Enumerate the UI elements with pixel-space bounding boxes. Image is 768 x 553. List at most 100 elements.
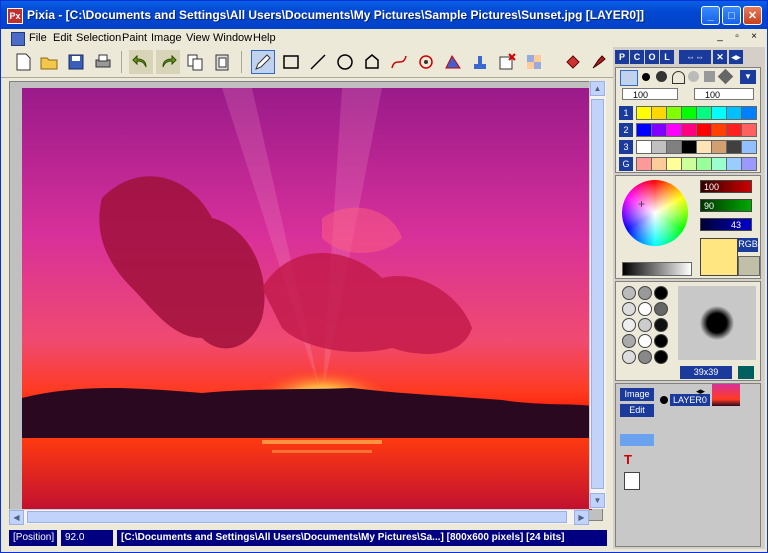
- mdi-close-button[interactable]: ×: [747, 31, 761, 44]
- layer-blue-bar[interactable]: [620, 434, 654, 446]
- color-swatch[interactable]: [711, 140, 727, 154]
- menu-view[interactable]: View: [186, 32, 210, 44]
- tab-c[interactable]: C: [630, 50, 644, 64]
- color-swatch[interactable]: [741, 123, 757, 137]
- copy-icon[interactable]: [183, 50, 207, 74]
- color-swatch[interactable]: [636, 106, 652, 120]
- brush-preset[interactable]: [654, 286, 668, 300]
- layer-thumbnail[interactable]: [712, 384, 740, 406]
- panel-layout-icon[interactable]: ⇔⇔: [679, 50, 711, 64]
- brush-preset[interactable]: [622, 350, 636, 364]
- blue-value[interactable]: 43: [700, 218, 752, 231]
- gray-gradient-bar[interactable]: [622, 262, 692, 276]
- pen-tool-icon[interactable]: [251, 50, 275, 74]
- brush-preset[interactable]: [638, 302, 652, 316]
- red-value[interactable]: 100: [700, 180, 752, 193]
- brush-preset[interactable]: [638, 286, 652, 300]
- color-swatch[interactable]: [651, 140, 667, 154]
- color-swatch[interactable]: [711, 123, 727, 137]
- brush-preset[interactable]: [622, 302, 636, 316]
- paste-icon[interactable]: [210, 50, 234, 74]
- maximize-button[interactable]: □: [722, 6, 741, 25]
- clear-selection-icon[interactable]: [495, 50, 519, 74]
- brush-preset[interactable]: [622, 286, 636, 300]
- line-tool-icon[interactable]: [306, 50, 330, 74]
- color-swatch[interactable]: [711, 157, 727, 171]
- color-swatch[interactable]: [741, 140, 757, 154]
- color-swatch[interactable]: [711, 106, 727, 120]
- brush-soft-icon[interactable]: [688, 71, 699, 82]
- title-bar[interactable]: Px Pixia - [C:\Documents and Settings\Al…: [1, 1, 767, 29]
- open-folder-icon[interactable]: [37, 50, 61, 74]
- stamp-tool-icon[interactable]: [468, 50, 492, 74]
- mdi-minimize-button[interactable]: _: [713, 31, 727, 44]
- color-swatch[interactable]: [651, 123, 667, 137]
- redo-icon[interactable]: [156, 50, 180, 74]
- menu-paint[interactable]: Paint: [122, 32, 147, 44]
- scroll-right-button[interactable]: ▶: [574, 510, 589, 525]
- color-swatch[interactable]: [666, 157, 682, 171]
- color-swatch[interactable]: [651, 106, 667, 120]
- transparency-grid-icon[interactable]: [522, 50, 546, 74]
- print-icon[interactable]: [91, 50, 115, 74]
- brush-icon[interactable]: [587, 50, 611, 74]
- opacity-field[interactable]: 100: [622, 88, 678, 100]
- density-field[interactable]: 100: [694, 88, 754, 100]
- brush-dot-icon[interactable]: [642, 73, 650, 81]
- close-button[interactable]: ✕: [743, 6, 762, 25]
- vertical-scroll-thumb[interactable]: [591, 99, 604, 489]
- color-swatch[interactable]: [726, 157, 742, 171]
- color-swatch[interactable]: [636, 123, 652, 137]
- minimize-button[interactable]: _: [701, 6, 720, 25]
- menu-help[interactable]: Help: [253, 32, 276, 44]
- color-swatch[interactable]: [696, 106, 712, 120]
- palette-row-g[interactable]: G: [619, 157, 633, 171]
- layer-list-icon[interactable]: [624, 472, 640, 490]
- brush-texture-icon[interactable]: [738, 366, 754, 379]
- color-swatch[interactable]: [681, 157, 697, 171]
- panel-swap-icon[interactable]: ◂▸: [729, 50, 743, 64]
- edit-button[interactable]: Edit: [620, 404, 654, 417]
- color-swatch[interactable]: [666, 106, 682, 120]
- color-swatch[interactable]: [726, 106, 742, 120]
- color-swatch[interactable]: [636, 140, 652, 154]
- menu-window[interactable]: Window: [213, 32, 252, 44]
- color-swatch[interactable]: [681, 140, 697, 154]
- menu-selection[interactable]: Selection: [76, 32, 121, 44]
- text-tool-icon[interactable]: T: [624, 452, 638, 467]
- brush-preset[interactable]: [654, 318, 668, 332]
- color-swatch[interactable]: [726, 140, 742, 154]
- panel-close-icon[interactable]: ✕: [713, 50, 727, 64]
- vertical-scrollbar[interactable]: ▲ ▼: [589, 81, 606, 509]
- dropdown-icon[interactable]: ▼: [740, 70, 756, 84]
- palette-row-1[interactable]: 1: [619, 106, 633, 120]
- color-swatch[interactable]: [666, 123, 682, 137]
- green-value[interactable]: 90: [700, 199, 752, 212]
- draw-mode-icon[interactable]: [620, 70, 638, 86]
- color-swatch[interactable]: [681, 123, 697, 137]
- polygon-tool-icon[interactable]: [360, 50, 384, 74]
- mdi-restore-button[interactable]: ▫: [730, 31, 744, 44]
- color-swatch[interactable]: [741, 106, 757, 120]
- color-swatch[interactable]: [681, 106, 697, 120]
- scroll-up-button[interactable]: ▲: [590, 81, 605, 96]
- layer-visible-icon[interactable]: [660, 396, 668, 404]
- tab-l[interactable]: L: [660, 50, 674, 64]
- shape-fill-icon[interactable]: [441, 50, 465, 74]
- palette-row-3[interactable]: 3: [619, 140, 633, 154]
- eraser-icon[interactable]: [704, 71, 715, 82]
- scroll-left-button[interactable]: ◀: [9, 510, 24, 525]
- bezier-tool-icon[interactable]: [414, 50, 438, 74]
- diamond-tool-icon[interactable]: [717, 68, 734, 85]
- brush-preset[interactable]: [638, 334, 652, 348]
- menu-edit[interactable]: Edit: [53, 32, 72, 44]
- layer-name[interactable]: LAYER0: [670, 394, 710, 406]
- sunset-image[interactable]: [22, 88, 592, 510]
- brush-preset[interactable]: [622, 318, 636, 332]
- color-swatch[interactable]: [696, 140, 712, 154]
- app-icon[interactable]: Px: [7, 8, 23, 24]
- menu-image[interactable]: Image: [151, 32, 182, 44]
- color-swatch[interactable]: [696, 157, 712, 171]
- scroll-down-button[interactable]: ▼: [590, 493, 605, 508]
- save-icon[interactable]: [64, 50, 88, 74]
